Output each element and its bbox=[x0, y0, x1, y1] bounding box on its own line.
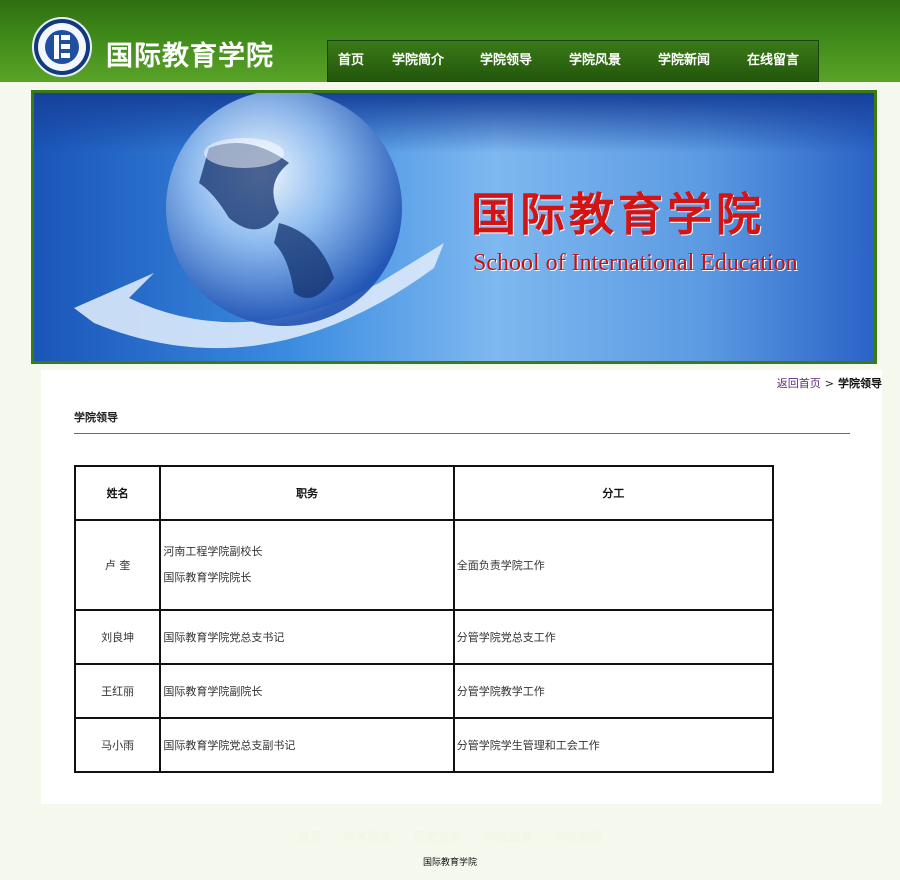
main-nav: 首页 学院简介 学院领导 学院风景 学院新闻 在线留言 bbox=[327, 40, 819, 82]
table-row: 刘良坤 国际教育学院党总支书记 分管学院党总支工作 bbox=[73, 609, 775, 665]
nav-college-scenery[interactable]: 学院风景 bbox=[569, 41, 621, 81]
breadcrumb-current: 学院领导 bbox=[838, 377, 882, 390]
leader-post-line: 河南工程学院副校长 bbox=[163, 545, 263, 558]
leader-duty: 分管学院教学工作 bbox=[452, 663, 775, 719]
leader-name: 卢 奎 bbox=[73, 519, 162, 611]
column-header-name: 姓名 bbox=[73, 465, 162, 521]
section-title: 学院领导 bbox=[74, 411, 118, 424]
leader-name: 马小雨 bbox=[73, 717, 162, 773]
leader-duty: 分管学院党总支工作 bbox=[452, 609, 775, 665]
nav-college-news[interactable]: 学院新闻 bbox=[658, 41, 710, 81]
nav-college-leaders[interactable]: 学院领导 bbox=[480, 41, 532, 81]
footer-site-name: 国际教育学院 bbox=[422, 858, 477, 868]
breadcrumb: 返回首页 > 学院领导 bbox=[777, 375, 882, 391]
table-row: 王红丽 国际教育学院副院长 分管学院教学工作 bbox=[73, 663, 775, 719]
leader-duty: 分管学院学生管理和工会工作 bbox=[452, 717, 775, 773]
leader-post: 国际教育学院党总支书记 bbox=[159, 609, 455, 665]
footer-link-home[interactable]: 首页 bbox=[298, 830, 322, 844]
leader-name: 刘良坤 bbox=[73, 609, 162, 665]
leader-duty: 全面负责学院工作 bbox=[452, 519, 775, 611]
nav-online-message[interactable]: 在线留言 bbox=[747, 41, 799, 81]
leader-post-line: 国际教育学院院长 bbox=[163, 571, 252, 584]
banner-title-en: School of International Education bbox=[473, 250, 798, 276]
leader-post: 河南工程学院副校长 国际教育学院院长 bbox=[159, 519, 455, 611]
table-row: 马小雨 国际教育学院党总支副书记 分管学院学生管理和工会工作 bbox=[73, 717, 775, 773]
table-header-row: 姓名 职务 分工 bbox=[73, 465, 775, 521]
school-emblem-icon[interactable] bbox=[32, 17, 92, 77]
breadcrumb-home-link[interactable]: 返回首页 bbox=[777, 377, 821, 390]
footer-nav: 首页 学术概念 历史沿革 学院故事 学院新闻 bbox=[0, 828, 900, 845]
nav-home[interactable]: 首页 bbox=[338, 41, 364, 81]
hero-banner: 国际教育学院 School of International Education bbox=[31, 90, 877, 364]
nav-college-intro[interactable]: 学院简介 bbox=[392, 41, 444, 81]
footer-link-news[interactable]: 学院新闻 bbox=[554, 830, 602, 844]
leader-name: 王红丽 bbox=[73, 663, 162, 719]
footer-link-academic[interactable]: 学术概念 bbox=[344, 830, 392, 844]
table-row: 卢 奎 河南工程学院副校长 国际教育学院院长 全面负责学院工作 bbox=[73, 519, 775, 611]
column-header-duty: 分工 bbox=[452, 465, 775, 521]
leader-post: 国际教育学院副院长 bbox=[159, 663, 455, 719]
leader-post: 国际教育学院党总支副书记 bbox=[159, 717, 455, 773]
breadcrumb-separator: > bbox=[824, 377, 834, 390]
footer-link-stories[interactable]: 学院故事 bbox=[484, 830, 532, 844]
banner-title-zh: 国际教育学院 bbox=[471, 188, 766, 241]
section-divider bbox=[74, 433, 850, 434]
column-header-post: 职务 bbox=[159, 465, 455, 521]
leaders-table: 姓名 职务 分工 卢 奎 河南工程学院副校长 国际教育学院院长 全面负责学院工作… bbox=[73, 465, 775, 773]
footer-link-history[interactable]: 历史沿革 bbox=[414, 830, 462, 844]
site-title: 国际教育学院 bbox=[106, 41, 274, 72]
header-bar: 国际教育学院 首页 学院简介 学院领导 学院风景 学院新闻 在线留言 bbox=[0, 0, 900, 82]
